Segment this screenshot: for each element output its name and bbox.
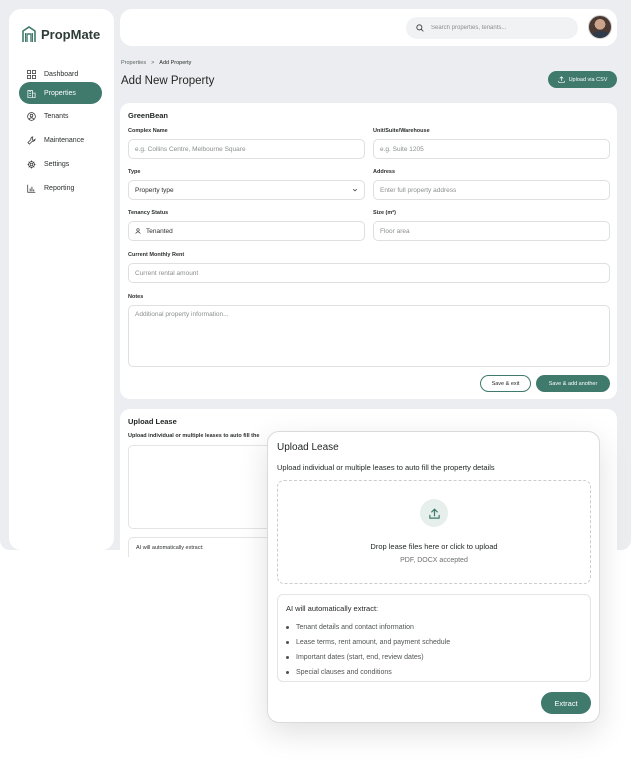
building-logo-icon [21, 25, 37, 43]
size-input[interactable] [380, 227, 609, 235]
list-item: Important dates (start, end, review date… [286, 650, 450, 665]
upload-lease-title: Upload Lease [128, 417, 177, 426]
sidebar-item-label: Maintenance [44, 136, 85, 144]
extract-info-background: AI will automatically extract: [128, 537, 278, 557]
form-section-title: GreenBean [128, 111, 169, 120]
complex-name-label: Complex Name [128, 128, 168, 134]
unit-label: Unit/Suite/Warehouse [373, 128, 430, 134]
sidebar-item-label: Tenants [44, 112, 69, 120]
sidebar-item-properties[interactable]: Properties [19, 82, 102, 104]
sidebar-item-label: Settings [44, 160, 70, 168]
extract-info-title: AI will automatically extract: [286, 604, 379, 613]
list-item: Special clauses and conditions [286, 665, 450, 680]
breadcrumb-parent[interactable]: Properties [121, 60, 146, 66]
address-input[interactable] [380, 186, 609, 194]
sidebar-item-reporting[interactable]: Reporting [19, 177, 102, 199]
gear-icon [27, 160, 36, 168]
modal-subtitle: Upload individual or multiple leases to … [277, 463, 495, 472]
sidebar-item-settings[interactable]: Settings [19, 153, 102, 175]
sidebar-item-label: Reporting [44, 184, 75, 192]
type-select-value: Property type [135, 186, 174, 194]
notes-textarea[interactable] [135, 311, 609, 361]
ai-extract-info: AI will automatically extract: Tenant de… [277, 594, 591, 682]
sidebar-item-tenants[interactable]: Tenants [19, 105, 102, 127]
sidebar-item-maintenance[interactable]: Maintenance [19, 129, 102, 151]
rent-field[interactable] [128, 263, 610, 283]
list-item: Tenant details and contact information [286, 620, 450, 635]
dropzone-accepted-types: PDF, DOCX accepted [400, 557, 468, 564]
app-logo[interactable]: PropMate [21, 25, 100, 43]
dropzone-instruction: Drop lease files here or click to upload [370, 542, 498, 551]
complex-name-input[interactable] [135, 145, 364, 153]
notes-label: Notes [128, 294, 144, 300]
extract-items-list: Tenant details and contact information L… [286, 620, 450, 680]
user-circle-icon [27, 111, 36, 121]
size-field[interactable] [373, 221, 610, 241]
search-input[interactable] [431, 25, 571, 31]
address-label: Address [373, 169, 396, 175]
page-title: Add New Property [121, 75, 215, 87]
building-icon [27, 89, 36, 98]
upload-dropzone-background[interactable] [128, 445, 268, 529]
upload-icon-badge [420, 499, 448, 527]
modal-title: Upload Lease [277, 442, 339, 453]
extract-button[interactable]: Extract [541, 692, 591, 714]
upload-icon [557, 76, 565, 83]
notes-field[interactable] [128, 305, 610, 367]
upload-icon [428, 508, 440, 519]
sidebar-item-label: Dashboard [44, 70, 79, 78]
top-bar [120, 9, 617, 46]
rent-input[interactable] [135, 269, 609, 277]
save-add-another-button[interactable]: Save & add another [536, 375, 610, 392]
breadcrumb-current: Add Property [159, 60, 192, 66]
chevron-down-icon [352, 188, 358, 192]
property-form-card: GreenBean Complex Name Unit/Suite/Wareho… [120, 103, 617, 399]
breadcrumb: Properties > Add Property [121, 60, 191, 66]
size-label: Size (m²) [373, 210, 396, 216]
breadcrumb-separator: > [151, 60, 155, 66]
grid-icon [27, 69, 36, 79]
wrench-icon [27, 136, 36, 145]
search-box[interactable] [406, 17, 578, 39]
type-select[interactable]: Property type [128, 180, 365, 200]
type-label: Type [128, 169, 141, 175]
user-icon [135, 228, 141, 234]
search-icon [416, 24, 424, 32]
unit-input[interactable] [380, 145, 609, 153]
sidebar: PropMate Dashboard Properties Tenants Ma… [9, 9, 114, 550]
tenancy-status-value: Tenanted [146, 227, 173, 235]
upload-lease-modal: Upload Lease Upload individual or multip… [267, 431, 600, 723]
unit-field[interactable] [373, 139, 610, 159]
extract-info-title: AI will automatically extract: [136, 545, 204, 551]
upload-lease-subtitle: Upload individual or multiple leases to … [128, 433, 260, 439]
sidebar-item-label: Properties [44, 89, 76, 97]
rent-label: Current Monthly Rent [128, 252, 185, 258]
complex-name-field[interactable] [128, 139, 365, 159]
bar-chart-icon [27, 184, 36, 193]
address-field[interactable] [373, 180, 610, 200]
upload-csv-label: Upload via CSV [568, 76, 608, 83]
upload-csv-button[interactable]: Upload via CSV [548, 71, 617, 88]
tenancy-status-select[interactable]: Tenanted [128, 221, 365, 241]
tenancy-status-label: Tenancy Status [128, 210, 169, 216]
lease-dropzone[interactable]: Drop lease files here or click to upload… [277, 480, 591, 584]
list-item: Lease terms, rent amount, and payment sc… [286, 635, 450, 650]
avatar[interactable] [588, 15, 612, 39]
save-exit-button[interactable]: Save & exit [480, 375, 531, 392]
app-name: PropMate [41, 26, 101, 42]
